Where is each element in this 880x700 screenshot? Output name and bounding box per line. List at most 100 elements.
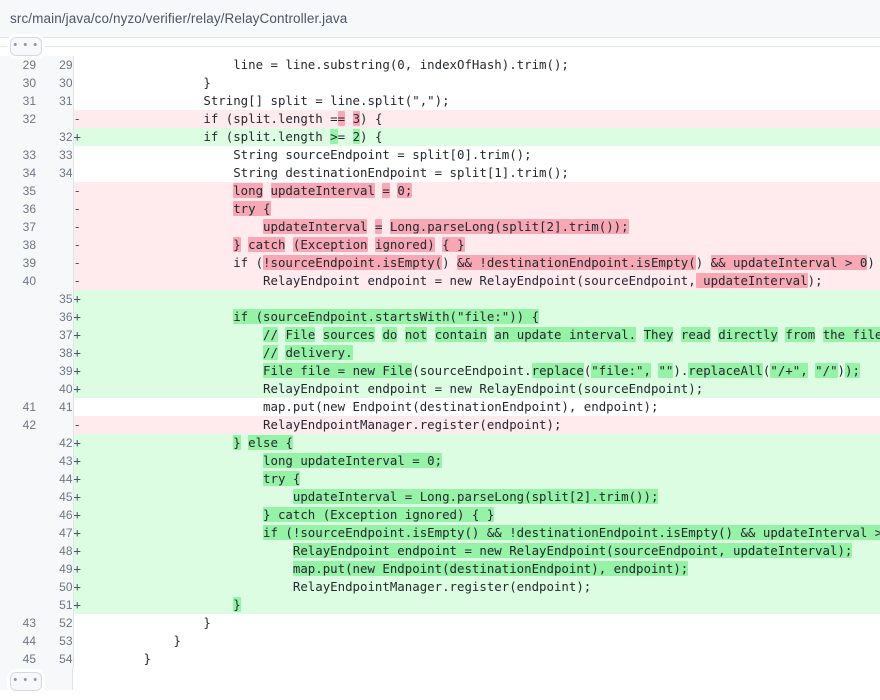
diff-code-cell[interactable]: } (84, 74, 880, 92)
diff-code-cell[interactable]: RelayEndpointManager.register(endpoint); (84, 578, 880, 596)
diff-code-cell[interactable]: } catch (Exception ignored) { } (84, 506, 880, 524)
diff-line-row[interactable]: 50 + RelayEndpointManager.register(endpoi… (0, 578, 880, 596)
code-text-highlight: from (785, 327, 816, 342)
diff-code-cell[interactable]: try { (84, 200, 880, 218)
diff-code-cell[interactable]: RelayEndpoint endpoint = new RelayEndpoi… (84, 542, 880, 560)
diff-code-cell[interactable]: if (!sourceEndpoint.isEmpty() && !destin… (84, 524, 880, 542)
diff-code-cell[interactable]: String[] split = line.split(","); (84, 92, 880, 110)
diff-code-cell[interactable]: updateInterval = Long.parseLong(split[2]… (84, 218, 880, 236)
diff-marker: + (73, 506, 84, 524)
diff-line-row[interactable]: 48 + RelayEndpoint endpoint = new RelayEn… (0, 542, 880, 560)
diff-code-cell[interactable]: try { (84, 470, 880, 488)
diff-code-cell[interactable]: File file = new File(sourceEndpoint.repl… (84, 362, 880, 380)
diff-line-row[interactable]: 39 + File file = new File(sourceEndpoint.… (0, 362, 880, 380)
diff-line-row[interactable]: 39 - if (!sourceEndpoint.isEmpty() && !de… (0, 254, 880, 272)
diff-line-row[interactable]: 34 34 String destinationEndpoint = split[… (0, 164, 880, 182)
diff-code-cell[interactable]: if (!sourceEndpoint.isEmpty() && !destin… (84, 254, 880, 272)
diff-line-row[interactable]: 32 - if (split.length == 3) { (0, 110, 880, 128)
diff-line-row[interactable]: 38 + // delivery. (0, 344, 880, 362)
diff-line-row[interactable]: 29 29 line = line.substring(0, indexOfHas… (0, 56, 880, 74)
diff-code-cell[interactable]: RelayEndpoint endpoint = new RelayEndpoi… (84, 380, 880, 398)
diff-line-row[interactable]: 44 + try { (0, 470, 880, 488)
old-line-number (0, 308, 36, 326)
diff-code-cell[interactable]: } else { (84, 434, 880, 452)
diff-line-row[interactable]: 35 - long updateInterval = 0; (0, 182, 880, 200)
diff-code-cell[interactable]: long updateInterval = 0; (84, 182, 880, 200)
old-line-number: 35 (0, 182, 36, 200)
diff-code-cell[interactable]: if (split.length == 3) { (84, 110, 880, 128)
code-text-highlight: 2 (352, 129, 361, 144)
diff-line-row[interactable]: 45 54 } (0, 650, 880, 668)
old-line-number: 41 (0, 398, 36, 416)
expand-hidden-lines-button[interactable]: • • • (10, 37, 42, 56)
diff-code-cell[interactable]: map.put(new Endpoint(destinationEndpoint… (84, 560, 880, 578)
diff-line-row[interactable]: 37 + // File sources do not contain an up… (0, 326, 880, 344)
file-header: src/main/java/co/nyzo/verifier/relay/Rel… (0, 0, 880, 38)
diff-line-row[interactable]: 47 + if (!sourceEndpoint.isEmpty() && !de… (0, 524, 880, 542)
diff-code-cell[interactable]: updateInterval = Long.parseLong(split[2]… (84, 488, 880, 506)
code-text: String[] split = line.split(","); (84, 93, 450, 108)
diff-line-row[interactable]: 32 + if (split.length >= 2) { (0, 128, 880, 146)
expand-hidden-lines-button-bottom[interactable]: • • • (10, 672, 42, 691)
diff-marker (73, 398, 84, 416)
diff-code-cell[interactable]: String sourceEndpoint = split[0].trim(); (84, 146, 880, 164)
diff-line-row[interactable]: 36 + if (sourceEndpoint.startsWith("file:… (0, 308, 880, 326)
diff-line-row[interactable]: 42 + } else { (0, 434, 880, 452)
diff-line-row[interactable]: 30 30 } (0, 74, 880, 92)
diff-code-cell[interactable]: // delivery. (84, 344, 880, 362)
old-line-number: 38 (0, 236, 36, 254)
diff-code-cell[interactable]: } (84, 614, 880, 632)
diff-code-cell[interactable]: if (split.length >= 2) { (84, 128, 880, 146)
ellipsis-icon: • • • (13, 39, 39, 51)
code-text-highlight: && updateInterval > 0 (710, 255, 868, 270)
code-text-highlight: an update interval. (494, 327, 637, 342)
new-line-number: 42 (36, 434, 74, 452)
code-text-highlight: = (337, 111, 346, 126)
diff-line-row[interactable]: 45 + updateInterval = Long.parseLong(spli… (0, 488, 880, 506)
diff-code-cell[interactable] (84, 290, 880, 308)
diff-code-cell[interactable]: map.put(new Endpoint(destinationEndpoint… (84, 398, 880, 416)
diff-line-row[interactable]: 51 + } (0, 596, 880, 614)
diff-code-cell[interactable]: } catch (Exception ignored) { } (84, 236, 880, 254)
diff-line-row[interactable]: 31 31 String[] split = line.split(","); (0, 92, 880, 110)
diff-line-row[interactable]: 40 + RelayEndpoint endpoint = new RelayEn… (0, 380, 880, 398)
old-line-number (0, 434, 36, 452)
diff-code-cell[interactable]: RelayEndpointManager.register(endpoint); (84, 416, 880, 434)
diff-code-cell[interactable]: String destinationEndpoint = split[1].tr… (84, 164, 880, 182)
diff-line-row[interactable]: 33 33 String sourceEndpoint = split[0].tr… (0, 146, 880, 164)
diff-line-row[interactable]: 46 + } catch (Exception ignored) { } (0, 506, 880, 524)
diff-line-row[interactable]: 44 53 } (0, 632, 880, 650)
diff-code-cell[interactable]: RelayEndpoint endpoint = new RelayEndpoi… (84, 272, 880, 290)
diff-line-row[interactable]: 40 - RelayEndpoint endpoint = new RelayEn… (0, 272, 880, 290)
diff-code-cell[interactable]: } (84, 650, 880, 668)
diff-line-row[interactable]: 42 - RelayEndpointManager.register(endpoi… (0, 416, 880, 434)
code-text-highlight: replaceAll (688, 363, 763, 378)
diff-line-row[interactable]: 43 52 } (0, 614, 880, 632)
old-line-number: 36 (0, 200, 36, 218)
diff-line-row[interactable]: 35 + (0, 290, 880, 308)
diff-code-cell[interactable]: } (84, 632, 880, 650)
code-text: ) { (360, 129, 383, 144)
diff-line-row[interactable]: 41 41 map.put(new Endpoint(destinationEnd… (0, 398, 880, 416)
old-line-number (0, 506, 36, 524)
diff-line-row[interactable]: 36 - try { (0, 200, 880, 218)
code-text: String sourceEndpoint = split[0].trim(); (84, 147, 532, 162)
new-line-number: 52 (36, 614, 74, 632)
diff-code-cell[interactable]: if (sourceEndpoint.startsWith("file:")) … (84, 308, 880, 326)
diff-marker: - (73, 272, 84, 290)
diff-code-cell[interactable]: line = line.substring(0, indexOfHash).tr… (84, 56, 880, 74)
diff-code-cell[interactable]: } (84, 596, 880, 614)
diff-code-cell[interactable]: long updateInterval = 0; (84, 452, 880, 470)
diff-line-row[interactable]: 43 + long updateInterval = 0; (0, 452, 880, 470)
diff-marker (73, 164, 84, 182)
old-line-number (0, 596, 36, 614)
diff-code-cell[interactable]: // File sources do not contain an update… (84, 326, 880, 344)
diff-line-row[interactable]: 49 + map.put(new Endpoint(destinationEndp… (0, 560, 880, 578)
diff-marker: + (73, 326, 84, 344)
diff-line-row[interactable]: 37 - updateInterval = Long.parseLong(spli… (0, 218, 880, 236)
new-line-number: 47 (36, 524, 74, 542)
diff-line-row[interactable]: 38 - } catch (Exception ignored) { } (0, 236, 880, 254)
